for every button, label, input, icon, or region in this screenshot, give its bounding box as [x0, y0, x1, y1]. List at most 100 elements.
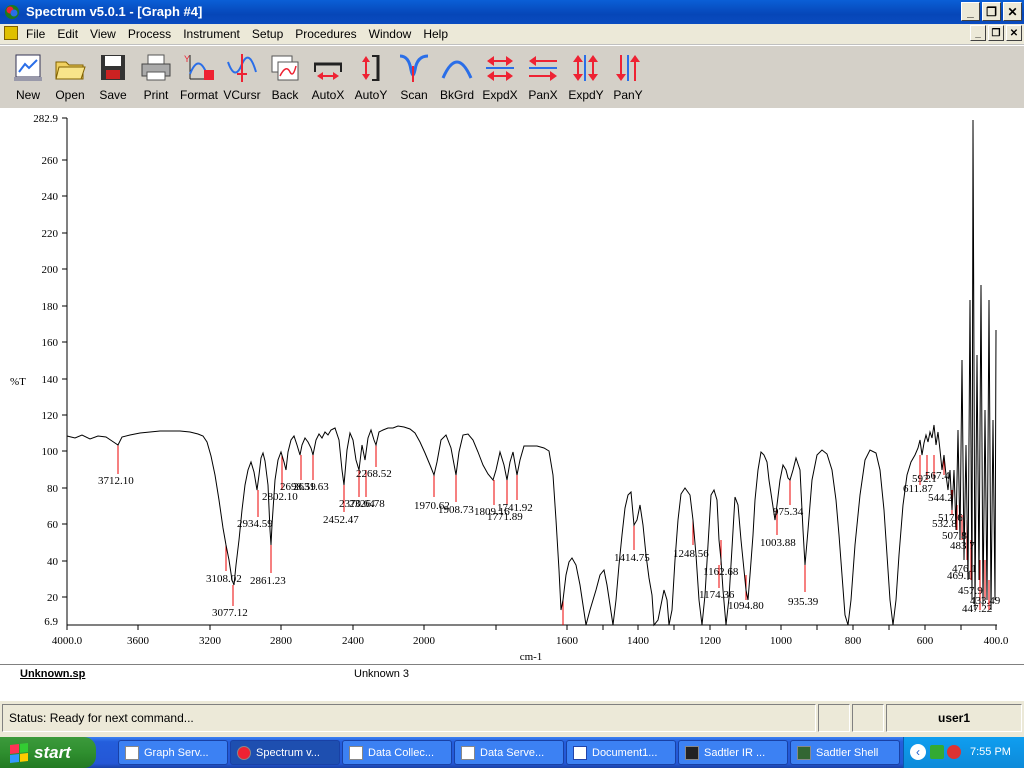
new-button[interactable]: New: [8, 50, 48, 106]
taskbar-item[interactable]: Document1...: [566, 740, 676, 765]
minimize-button[interactable]: _: [961, 2, 980, 21]
x-tick-label: 600: [917, 635, 934, 647]
vcursr-button[interactable]: VCursr: [222, 50, 262, 106]
pan-x-icon: [529, 56, 557, 81]
autoy-button[interactable]: AutoY: [351, 50, 391, 106]
spectrum-plot[interactable]: 282.9 260 240 220 200 180 160 140 120 10…: [0, 108, 1024, 664]
restore-button[interactable]: ❐: [982, 2, 1001, 21]
window-icon: [349, 745, 363, 760]
svg-text:Y: Y: [184, 54, 190, 64]
x-tick-label: 1000: [770, 635, 793, 647]
taskbar-item-active[interactable]: Spectrum v...: [230, 740, 340, 765]
menu-window[interactable]: Window: [369, 27, 418, 41]
status-user: user1: [886, 704, 1022, 732]
y-tick-label: 240: [42, 191, 59, 203]
pan-y-icon: [616, 55, 640, 81]
autox-button[interactable]: AutoX: [308, 50, 348, 106]
taskbar: start Graph Serv... Spectrum v... Data C…: [0, 737, 1024, 768]
status-cell: [818, 704, 850, 732]
peak-label: 2268.52: [356, 468, 392, 480]
menu-bar: File Edit View Process Instrument Setup …: [0, 24, 1024, 45]
menu-process[interactable]: Process: [128, 27, 177, 41]
mdi-minimize-button[interactable]: _: [970, 25, 986, 41]
menu-view[interactable]: View: [90, 27, 122, 41]
printer-icon: [141, 54, 171, 81]
taskbar-item[interactable]: Sadtler Shell: [790, 740, 900, 765]
taskbar-item[interactable]: Data Serve...: [454, 740, 564, 765]
peak-label: 975.34: [773, 506, 804, 518]
mdi-child-icon[interactable]: [4, 26, 18, 40]
taskbar-item[interactable]: Data Collec...: [342, 740, 452, 765]
y-ticks: [62, 117, 67, 598]
scan-peak-icon: [399, 54, 429, 82]
sadtler-ir-icon: [685, 745, 699, 760]
menu-setup[interactable]: Setup: [252, 27, 289, 41]
y-tick-label: 40: [47, 556, 59, 568]
pany-button[interactable]: PanY: [608, 50, 648, 106]
y-tick-label: 100: [42, 446, 59, 458]
spectrum-trace: [66, 119, 997, 627]
start-button[interactable]: start: [0, 737, 96, 768]
toolbar: New Open Save Print Y Format VCursr Back…: [0, 45, 1024, 110]
spectrum-graph[interactable]: 282.9 260 240 220 200 180 160 140 120 10…: [0, 108, 1024, 664]
clock[interactable]: 7:55 PM: [970, 746, 1011, 758]
mdi-restore-button[interactable]: ❐: [988, 25, 1004, 41]
back-button[interactable]: Back: [265, 50, 305, 106]
menu-file[interactable]: File: [26, 27, 51, 41]
expdx-button[interactable]: ExpdX: [480, 50, 520, 106]
network-icon[interactable]: [930, 745, 944, 759]
back-graph-icon: [271, 55, 299, 81]
peak-label: 3077.12: [212, 607, 248, 619]
menu-procedures[interactable]: Procedures: [295, 27, 362, 41]
autoy-icon: [362, 55, 380, 81]
x-tick-label: 2800: [270, 635, 293, 647]
menu-help[interactable]: Help: [423, 27, 454, 41]
peak-label: 1162.68: [703, 566, 739, 578]
y-min-label: 6.9: [44, 616, 58, 628]
menu-instrument[interactable]: Instrument: [183, 27, 246, 41]
expand-y-icon: [573, 55, 598, 81]
panx-button[interactable]: PanX: [523, 50, 563, 106]
taskbar-item[interactable]: Sadtler IR ...: [678, 740, 788, 765]
format-button[interactable]: Y Format: [179, 50, 219, 106]
windows-flag-icon: [10, 742, 28, 763]
peak-label: 2631.63: [293, 481, 329, 493]
menu-edit[interactable]: Edit: [57, 27, 84, 41]
expand-x-icon: [486, 56, 514, 81]
spectrum-app-icon: [237, 745, 251, 760]
status-cell: [852, 704, 884, 732]
sample-name: Unknown 3: [354, 668, 410, 680]
close-button[interactable]: ✕: [1003, 2, 1022, 21]
bkgrd-button[interactable]: BkGrd: [437, 50, 477, 106]
y-tick-label: 160: [42, 337, 59, 349]
word-document-icon: [573, 745, 587, 760]
y-tick-label: 20: [47, 592, 59, 604]
print-button[interactable]: Print: [136, 50, 176, 106]
peak-markers: [117, 445, 990, 625]
file-name[interactable]: Unknown.sp: [20, 668, 85, 680]
autox-icon: [314, 62, 342, 80]
x-tick-label: 2400: [342, 635, 365, 647]
background-curve-icon: [441, 60, 473, 79]
scan-button[interactable]: Scan: [394, 50, 434, 106]
title-bar: Spectrum v5.0.1 - [Graph #4] _ ❐ ✕: [0, 0, 1024, 24]
y-tick-label: 220: [42, 228, 59, 240]
taskbar-item[interactable]: Graph Serv...: [118, 740, 228, 765]
open-folder-icon: [55, 61, 86, 80]
x-tick-label: 4000.0: [52, 635, 83, 647]
x-tick-label: 1200: [699, 635, 722, 647]
tray-expand-icon[interactable]: ‹: [910, 744, 926, 760]
open-button[interactable]: Open: [50, 50, 90, 106]
security-alert-icon[interactable]: [947, 745, 961, 759]
save-button[interactable]: Save: [93, 50, 133, 106]
file-info-bar: Unknown.sp Unknown 3: [0, 664, 1024, 701]
peak-label: 1094.80: [728, 600, 764, 612]
x-tick-label: 400.0: [984, 635, 1009, 647]
peak-label: 1741.92: [497, 502, 533, 514]
peak-label: 3712.10: [98, 475, 134, 487]
x-axis-title: cm-1: [520, 651, 543, 663]
window-title: Spectrum v5.0.1 - [Graph #4]: [26, 4, 203, 19]
y-tick-label: 60: [47, 519, 59, 531]
mdi-close-button[interactable]: ✕: [1006, 25, 1022, 41]
expdy-button[interactable]: ExpdY: [566, 50, 606, 106]
